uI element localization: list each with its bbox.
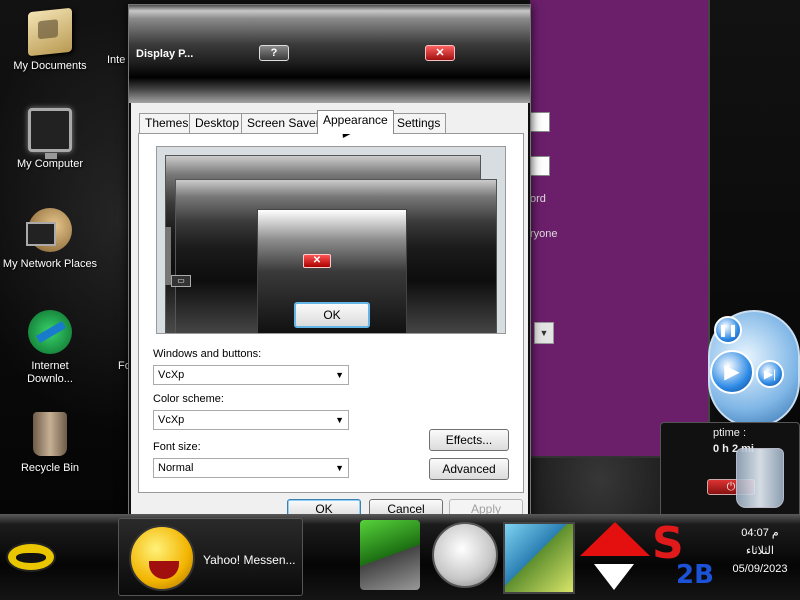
desktop-icon-label: My Computer xyxy=(16,158,84,170)
clock-date: 05/09/2023 xyxy=(732,563,788,575)
preview-close-icon: ✕ xyxy=(303,254,331,268)
play-icon[interactable]: ▶ xyxy=(710,350,754,394)
desktop-icon-label: Recycle Bin xyxy=(20,462,80,474)
tab-themes[interactable]: Themes xyxy=(139,113,195,133)
color-scheme-select[interactable]: VcXp ▼ xyxy=(153,410,349,430)
effects-button[interactable]: Effects... xyxy=(429,429,509,451)
desktop-icon-label: My Network Places xyxy=(2,258,98,270)
recycle-bin-icon xyxy=(33,412,67,456)
windows-and-buttons-value: VcXp xyxy=(158,369,185,381)
tab-screen-saver[interactable]: Screen Saver xyxy=(241,113,326,133)
desktop-icon-recycle-bin[interactable]: Recycle Bin xyxy=(0,412,100,475)
desktop-icon-my-documents[interactable]: My Documents xyxy=(0,7,100,73)
next-track-icon[interactable]: ▶| xyxy=(756,360,784,388)
recycle-bin-widget-icon[interactable] xyxy=(736,448,784,508)
tray-screen-icon[interactable] xyxy=(503,522,575,594)
chevron-down-icon: ▼ xyxy=(335,463,344,473)
help-button[interactable]: ? xyxy=(259,45,289,61)
dialog-body: Themes Desktop Screen Saver Appearance S… xyxy=(131,103,528,519)
network-icon xyxy=(26,208,72,252)
folder-icon xyxy=(28,7,72,57)
tray-updown-arrow-icon[interactable] xyxy=(580,522,650,594)
download-manager-icon xyxy=(28,310,72,354)
tab-desktop[interactable]: Desktop xyxy=(189,113,246,133)
desktop-icon-my-network-places[interactable]: My Network Places xyxy=(0,208,100,271)
background-window-field[interactable] xyxy=(530,112,550,132)
background-window-text: ryone xyxy=(530,228,558,240)
computer-icon xyxy=(28,108,72,159)
desktop-icon-label: My Documents xyxy=(13,60,87,72)
taskbar-clock[interactable]: 04:07 م الثلاثاء 05/09/2023 xyxy=(724,524,796,578)
chevron-down-icon: ▼ xyxy=(335,370,344,380)
preview-ok-button: OK xyxy=(294,302,370,328)
clock-time: 04:07 م xyxy=(741,527,779,539)
color-scheme-label: Color scheme: xyxy=(153,393,224,405)
tab-appearance[interactable]: Appearance xyxy=(317,110,394,134)
desktop-icon-label: Internet Downlo... xyxy=(27,360,73,385)
preview-window-icon: ▭ xyxy=(171,275,191,287)
desktop-icon-internet-download-manager[interactable]: Internet Downlo... xyxy=(0,310,100,386)
yahoo-messenger-icon xyxy=(129,525,195,591)
background-window-dropdown[interactable]: ▼ xyxy=(534,322,554,344)
taskbar-item-label: Yahoo! Messen... xyxy=(203,553,296,567)
font-size-select[interactable]: Normal ▼ xyxy=(153,458,349,478)
uptime-label: ptime : xyxy=(713,427,747,439)
appearance-preview: ▭ ✕ OK xyxy=(156,146,506,334)
tray-s2b-icon[interactable]: S 2B xyxy=(652,518,722,596)
background-window-field[interactable] xyxy=(530,156,550,176)
font-size-label: Font size: xyxy=(153,441,201,453)
close-button[interactable]: ✕ xyxy=(425,45,455,61)
display-properties-dialog: Display P... ? ✕ Themes Desktop Screen S… xyxy=(128,4,531,519)
color-scheme-value: VcXp xyxy=(158,414,185,426)
pause-icon[interactable]: ❚❚ xyxy=(714,316,742,344)
taskbar-item-yahoo-messenger[interactable]: Yahoo! Messen... xyxy=(118,518,303,596)
background-window-text: ord xyxy=(530,193,546,205)
background-window[interactable]: ord ryone ▼ xyxy=(530,0,710,458)
tab-settings[interactable]: Settings xyxy=(391,113,447,133)
dialog-title: Display P... xyxy=(136,48,194,60)
tray-app-icon[interactable] xyxy=(360,520,420,590)
advanced-button[interactable]: Advanced xyxy=(429,458,509,480)
desktop-icon-my-computer[interactable]: My Computer xyxy=(0,108,100,171)
start-button-batman-icon[interactable] xyxy=(6,542,56,572)
preview-message-box: ✕ OK xyxy=(257,209,407,333)
tray-smiley-icon[interactable] xyxy=(432,522,498,588)
windows-and-buttons-select[interactable]: VcXp ▼ xyxy=(153,365,349,385)
windows-and-buttons-label: Windows and buttons: xyxy=(153,348,262,360)
appearance-panel: ▭ ✕ OK Windows and buttons: VcXp ▼ Color… xyxy=(138,133,524,493)
desktop-icon-label-partial: Inte xyxy=(107,54,126,66)
taskbar: Yahoo! Messen... S 2B 04:07 م الثلاثاء 05… xyxy=(0,514,800,600)
font-size-value: Normal xyxy=(158,462,194,474)
dialog-titlebar[interactable]: Display P... ? ✕ xyxy=(129,5,530,103)
chevron-down-icon: ▼ xyxy=(335,415,344,425)
clock-day: الثلاثاء xyxy=(746,545,774,557)
